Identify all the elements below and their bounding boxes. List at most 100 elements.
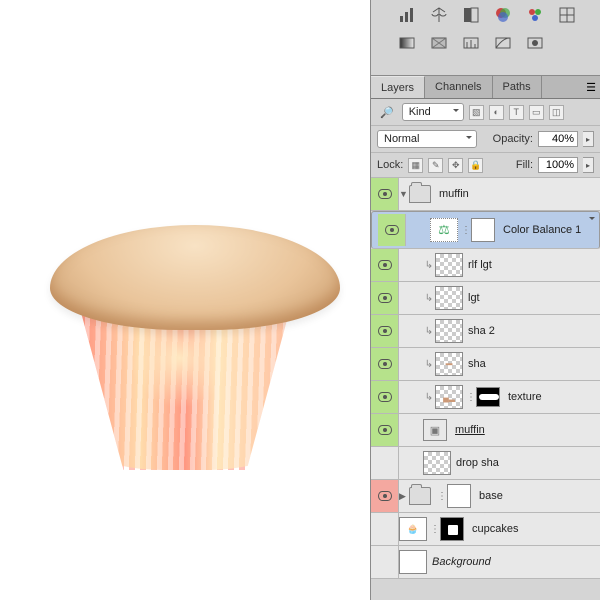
layer-label: rlf lgt xyxy=(466,259,492,271)
filter-pixel-icon[interactable]: ▧ xyxy=(469,105,484,120)
blend-mode-select[interactable]: Normal xyxy=(377,130,477,148)
clip-icon: ↳ xyxy=(423,326,435,337)
layer-cupcakes[interactable]: 🧁 ⋮ cupcakes xyxy=(371,513,600,546)
eye-icon xyxy=(378,293,392,303)
layer-mask-thumb[interactable] xyxy=(447,484,471,508)
lock-transparent-icon[interactable]: ▦ xyxy=(408,158,423,173)
disclosure-closed-icon[interactable]: ▶ xyxy=(399,491,409,502)
visibility-toggle[interactable] xyxy=(371,249,399,281)
pattern-icon[interactable] xyxy=(429,34,449,52)
layer-sha2[interactable]: ↳ sha 2 xyxy=(371,315,600,348)
lock-position-icon[interactable]: ✥ xyxy=(448,158,463,173)
fill-flyout-icon[interactable] xyxy=(583,157,594,173)
smart-object-thumb[interactable]: ▣ xyxy=(423,419,447,441)
layer-mask-thumb[interactable] xyxy=(476,387,500,407)
layer-label: cupcakes xyxy=(470,523,518,535)
mask-set-icon[interactable] xyxy=(525,34,545,52)
layer-label: Background xyxy=(430,556,491,568)
lock-all-icon[interactable]: 🔒 xyxy=(468,158,483,173)
opacity-input[interactable]: 40% xyxy=(538,131,578,147)
clip-icon: ↳ xyxy=(423,392,435,403)
lock-pixels-icon[interactable]: ✎ xyxy=(428,158,443,173)
blend-row: Normal Opacity: 40% xyxy=(371,126,600,153)
balance-icon[interactable] xyxy=(429,6,449,24)
layer-label: sha 2 xyxy=(466,325,495,337)
layer-lgt[interactable]: ↳ lgt xyxy=(371,282,600,315)
layer-drop-sha[interactable]: drop sha xyxy=(371,447,600,480)
histogram-icon[interactable] xyxy=(397,6,417,24)
adjust-icon[interactable] xyxy=(461,6,481,24)
link-icon: ⋮ xyxy=(437,491,447,502)
layer-label: base xyxy=(477,490,503,502)
layer-label: lgt xyxy=(466,292,480,304)
layer-rlf-lgt[interactable]: ↳ rlf lgt xyxy=(371,249,600,282)
layer-thumb[interactable] xyxy=(435,253,463,277)
channels-icon[interactable] xyxy=(493,6,513,24)
eye-icon xyxy=(378,359,392,369)
fill-label: Fill: xyxy=(516,159,533,171)
eye-icon xyxy=(378,260,392,270)
opacity-label: Opacity: xyxy=(493,133,533,145)
layer-thumb[interactable]: ▄▂ xyxy=(435,385,463,409)
levels-icon[interactable] xyxy=(461,34,481,52)
layer-mask-thumb[interactable] xyxy=(440,517,464,541)
layer-thumb[interactable] xyxy=(423,451,451,475)
group-base[interactable]: ▶ ⋮ base xyxy=(371,480,600,513)
filter-shape-icon[interactable]: ▭ xyxy=(529,105,544,120)
visibility-toggle[interactable] xyxy=(371,348,399,380)
opacity-flyout-icon[interactable] xyxy=(583,131,594,147)
layer-thumb[interactable] xyxy=(435,286,463,310)
fill-input[interactable]: 100% xyxy=(538,157,578,173)
layer-thumb[interactable]: ━ xyxy=(435,352,463,376)
tab-layers[interactable]: Layers xyxy=(371,76,425,98)
canvas-area xyxy=(0,0,370,600)
grid-icon[interactable] xyxy=(557,6,577,24)
panel-icon-bar xyxy=(371,0,600,76)
layer-thumb[interactable] xyxy=(435,319,463,343)
panel-menu-icon[interactable]: ☰ xyxy=(582,76,600,98)
layer-sha[interactable]: ↳ ━ sha xyxy=(371,348,600,381)
disclosure-open-icon[interactable]: ▼ xyxy=(399,189,409,199)
tab-paths[interactable]: Paths xyxy=(493,76,542,98)
eye-icon xyxy=(385,225,399,235)
group-muffin[interactable]: ▼ muffin xyxy=(371,178,600,211)
layer-muffin-smart[interactable]: ▣ muffin xyxy=(371,414,600,447)
swatches-icon[interactable] xyxy=(525,6,545,24)
visibility-toggle[interactable] xyxy=(371,447,399,479)
eye-icon xyxy=(378,392,392,402)
filter-adjust-icon[interactable]: ◐ xyxy=(489,105,504,120)
visibility-toggle[interactable] xyxy=(371,513,399,545)
right-panel: Layers Channels Paths ☰ 🔎 Kind ▧ ◐ T ▭ ◫… xyxy=(370,0,600,600)
filter-kind-select[interactable]: Kind xyxy=(402,103,464,121)
eye-icon xyxy=(378,491,392,501)
folder-icon xyxy=(409,185,431,203)
visibility-toggle[interactable] xyxy=(371,381,399,413)
layer-mask-thumb[interactable] xyxy=(471,218,495,242)
layer-color-balance[interactable]: ⚖ ⋮ Color Balance 1 xyxy=(371,211,600,249)
visibility-toggle[interactable] xyxy=(371,480,399,512)
layer-texture[interactable]: ↳ ▄▂ ⋮ texture xyxy=(371,381,600,414)
visibility-toggle[interactable] xyxy=(371,178,399,210)
layer-label: drop sha xyxy=(454,457,499,469)
adjustment-thumb[interactable]: ⚖ xyxy=(430,218,458,242)
folder-icon xyxy=(409,487,431,505)
visibility-toggle[interactable] xyxy=(371,315,399,347)
gradient-icon[interactable] xyxy=(397,34,417,52)
visibility-toggle[interactable] xyxy=(371,414,399,446)
layer-thumb[interactable] xyxy=(399,550,427,574)
visibility-toggle[interactable] xyxy=(378,214,406,246)
link-icon: ⋮ xyxy=(461,225,471,236)
filter-type-icon[interactable]: T xyxy=(509,105,524,120)
visibility-toggle[interactable] xyxy=(371,282,399,314)
balance-icon: ⚖ xyxy=(438,222,450,238)
layer-thumb[interactable]: 🧁 xyxy=(399,517,427,541)
layer-background[interactable]: Background xyxy=(371,546,600,579)
tab-channels[interactable]: Channels xyxy=(425,76,492,98)
filter-smart-icon[interactable]: ◫ xyxy=(549,105,564,120)
curves-icon[interactable] xyxy=(493,34,513,52)
visibility-toggle[interactable] xyxy=(371,546,399,578)
link-icon: ⋮ xyxy=(430,524,440,535)
muffin-artwork xyxy=(35,190,335,470)
clip-icon: ↳ xyxy=(423,359,435,370)
filter-row: 🔎 Kind ▧ ◐ T ▭ ◫ xyxy=(371,99,600,126)
